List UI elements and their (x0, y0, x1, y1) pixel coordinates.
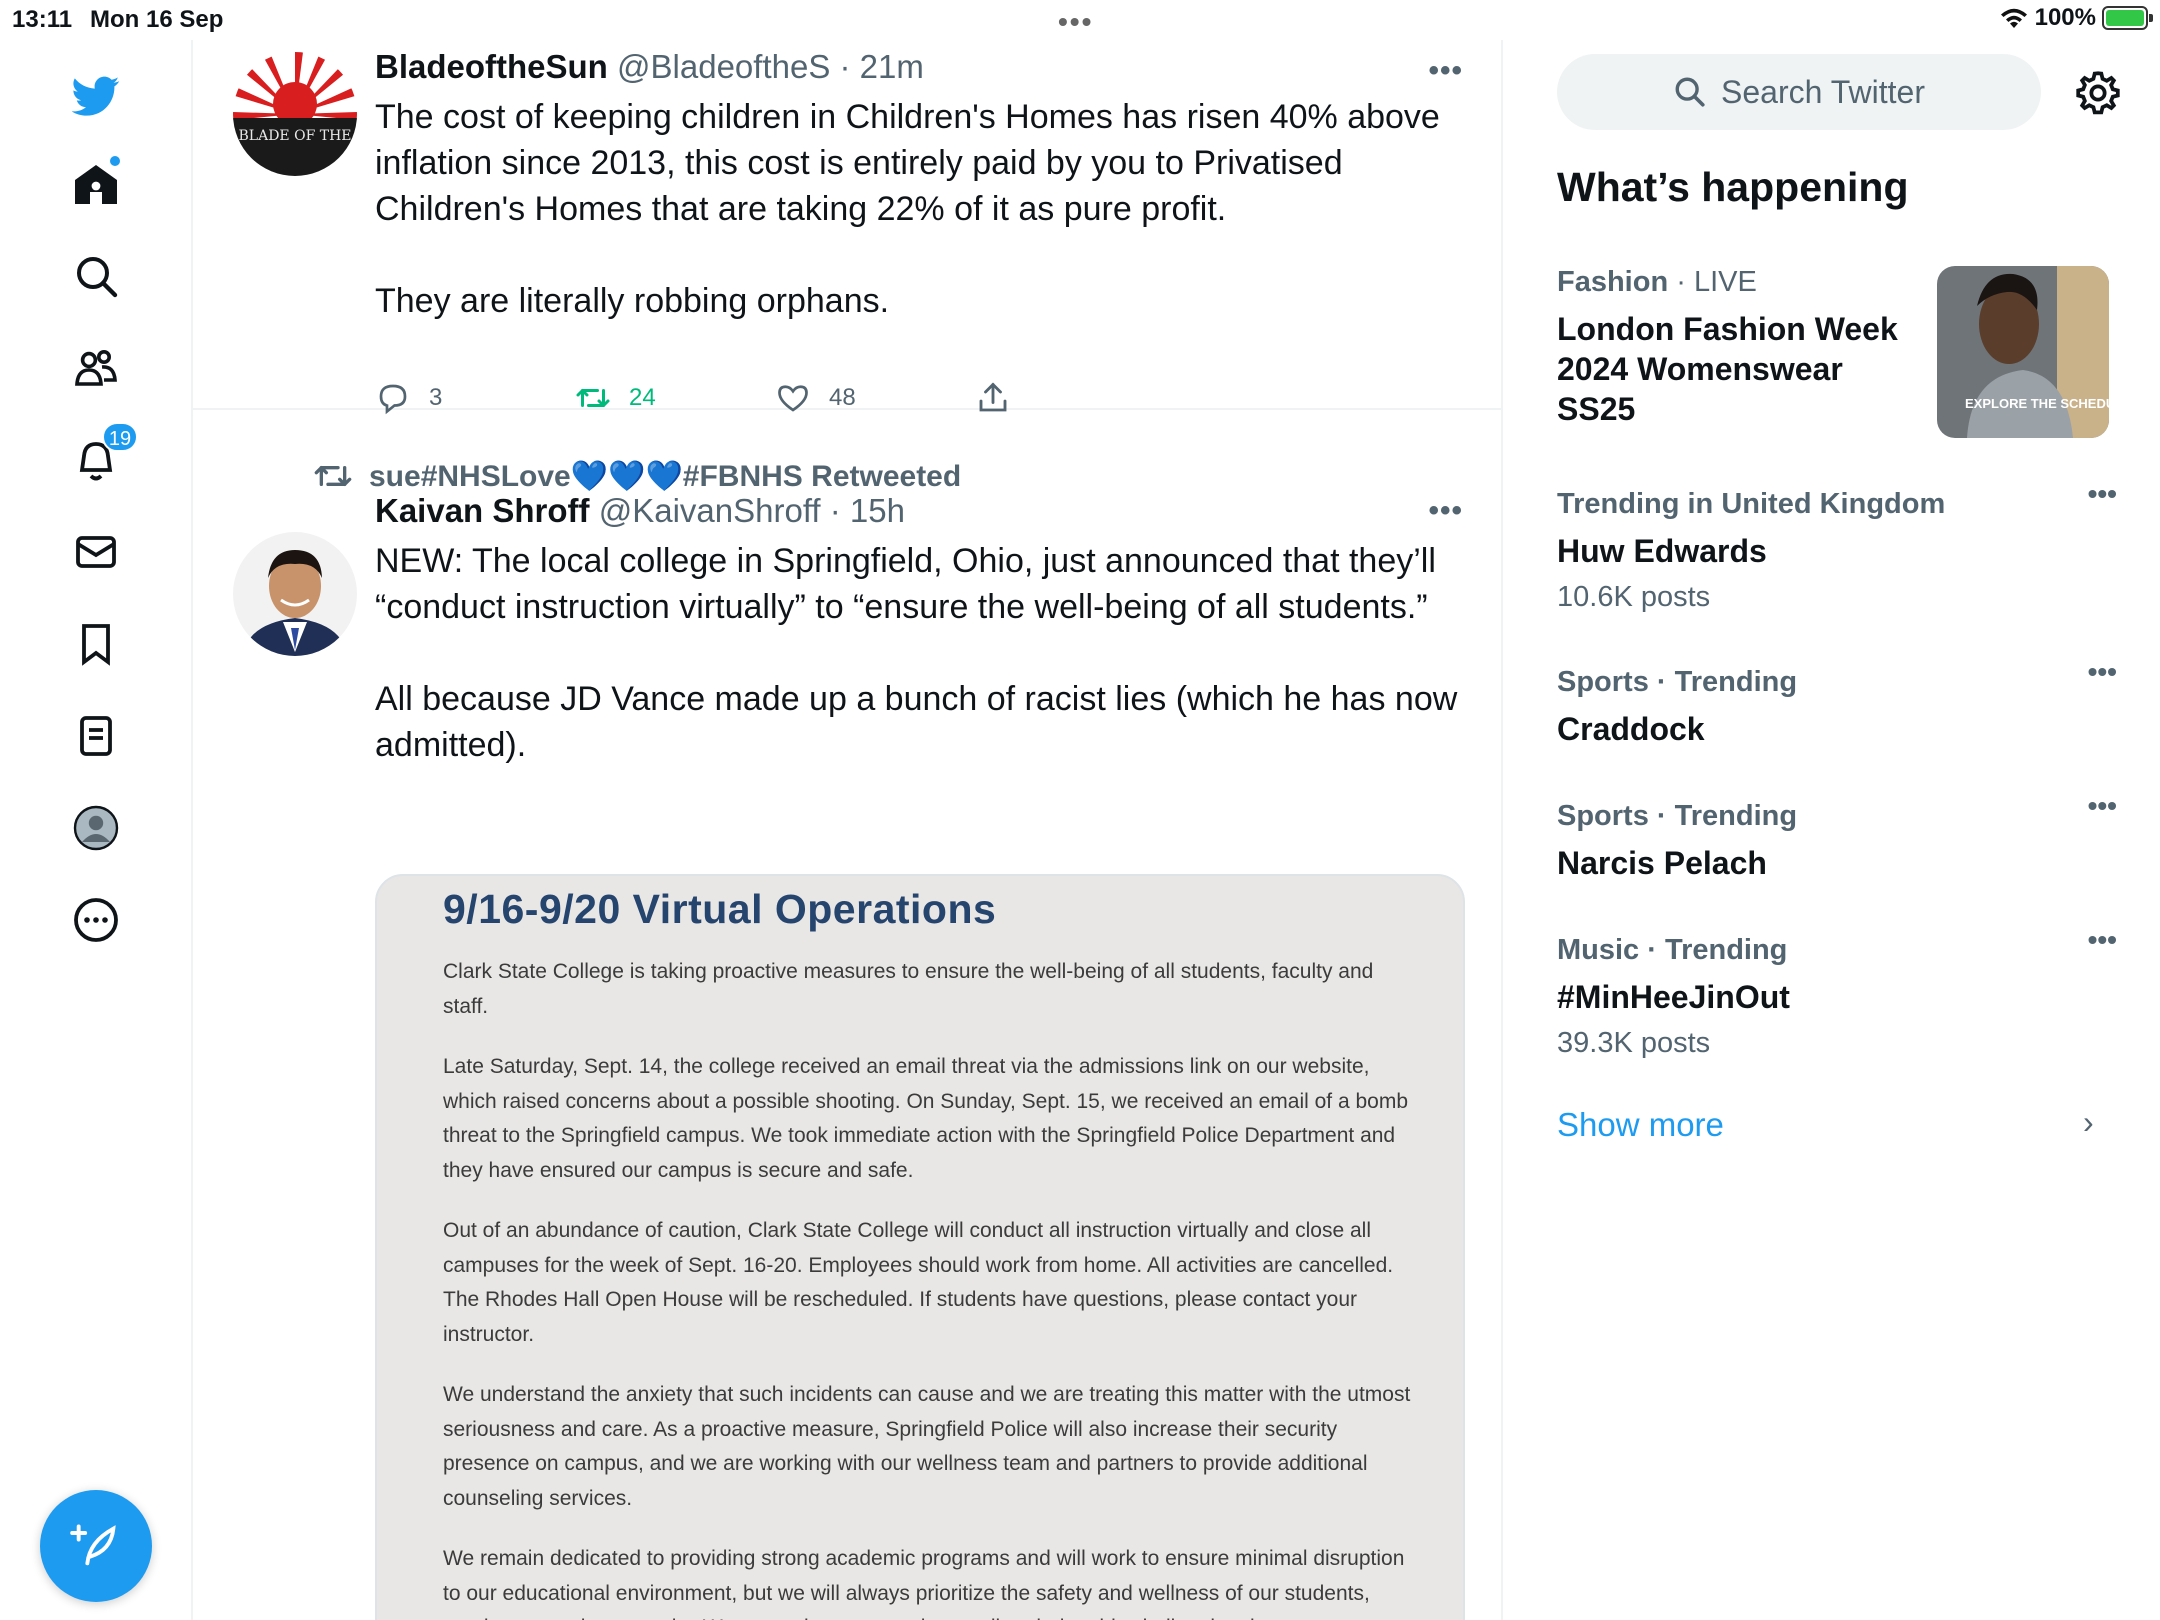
twitter-logo-icon[interactable] (60, 60, 132, 132)
tweet-header: Kaivan Shroff @KaivanShroff · 15h (375, 492, 905, 530)
chevron-right-icon: › (2083, 1104, 2094, 1140)
trend-title: Narcis Pelach (1557, 845, 1767, 881)
avatar-text: BLADE OF THE (239, 128, 352, 144)
document-title: 9/16-9/20 Virtual Operations (443, 886, 997, 932)
left-navigation: 19 (0, 40, 193, 1620)
notifications-bell-icon[interactable]: 19 (60, 422, 138, 496)
messages-envelope-icon[interactable] (60, 516, 132, 588)
home-unread-dot (108, 154, 122, 168)
compose-quill-icon (70, 1524, 116, 1566)
battery-percent: 100% (2034, 4, 2096, 31)
share-button[interactable] (975, 380, 1175, 416)
home-icon[interactable] (60, 148, 132, 220)
more-options-icon[interactable] (60, 884, 132, 956)
trend-category: Music · Trending (1557, 934, 1788, 966)
retweet-icon (576, 389, 610, 407)
tweet-time[interactable]: · 15h (830, 492, 905, 529)
trend-item[interactable]: Sports · Trending Craddock ••• (1557, 656, 2117, 749)
communities-icon[interactable] (60, 332, 132, 404)
show-more-link[interactable]: Show more (1557, 1106, 1724, 1144)
trend-title: Craddock (1557, 711, 1705, 747)
reply-button[interactable]: 3 (375, 380, 575, 416)
bookmarks-icon[interactable] (60, 608, 132, 680)
trend-item[interactable]: Trending in United Kingdom Huw Edwards 1… (1557, 478, 2117, 614)
right-sidebar: Search Twitter What’s happening Fashion … (1503, 40, 2160, 1620)
tweet-more-icon[interactable]: ••• (1428, 494, 1463, 528)
trend-item[interactable]: Music · Trending #MinHeeJinOut 39.3K pos… (1557, 924, 2117, 1060)
trend-category: Sports · Trending (1557, 666, 1798, 698)
tweet-media-image[interactable]: 9/16-9/20 Virtual Operations Clark State… (375, 874, 1465, 1620)
tweet[interactable]: BLADE OF THE BladeoftheSun @BladeoftheS … (193, 40, 1501, 415)
author-name[interactable]: Kaivan Shroff (375, 492, 590, 529)
document-paragraph: Clark State College is taking proactive … (443, 960, 1374, 1018)
author-name[interactable]: BladeoftheSun (375, 48, 608, 85)
tweet-avatar[interactable]: BLADE OF THE (233, 52, 357, 176)
trend-category: Sports · Trending (1557, 800, 1798, 832)
document-paragraph: We understand the anxiety that such inci… (443, 1383, 1411, 1510)
notifications-badge: 19 (102, 422, 138, 452)
thumbnail-caption: EXPLORE THE SCHEDUL (1965, 396, 2109, 411)
retweet-button[interactable]: 24 (575, 380, 775, 416)
profile-avatar-icon[interactable] (60, 792, 132, 864)
status-right: 100% (1999, 4, 2153, 32)
tweet-header: BladeoftheSun @BladeoftheS · 21m (375, 48, 924, 86)
status-time: 13:11 (12, 6, 73, 33)
compose-tweet-button[interactable] (40, 1490, 152, 1602)
explore-search-icon[interactable] (60, 240, 132, 312)
settings-gear-icon[interactable] (2073, 68, 2123, 118)
retweet-icon (314, 466, 352, 486)
retweet-count: 24 (629, 384, 656, 411)
trend-more-icon[interactable]: ••• (2088, 478, 2117, 510)
search-placeholder: Search Twitter (1721, 73, 1925, 110)
like-count: 48 (829, 384, 856, 411)
reply-count: 3 (429, 384, 443, 411)
like-button[interactable]: 48 (775, 380, 975, 416)
document-paragraph: Late Saturday, Sept. 14, the college rec… (443, 1055, 1409, 1182)
tweet-more-icon[interactable]: ••• (1428, 54, 1463, 88)
trend-category: Trending in United Kingdom (1557, 488, 1946, 520)
trend-post-count: 10.6K posts (1557, 581, 1711, 613)
timeline: BLADE OF THE BladeoftheSun @BladeoftheS … (193, 40, 1503, 1620)
document-paragraph: Out of an abundance of caution, Clark St… (443, 1219, 1394, 1346)
trend-title: London Fashion Week 2024 Womenswear SS25 (1557, 311, 1898, 427)
lists-icon[interactable] (60, 700, 132, 772)
trend-title: #MinHeeJinOut (1557, 979, 1790, 1015)
whats-happening-heading: What’s happening (1557, 164, 1909, 210)
multitasking-dots-icon[interactable]: ••• (1058, 6, 1093, 38)
trend-item[interactable]: Fashion · LIVE London Fashion Week 2024 … (1557, 266, 2117, 438)
share-icon (979, 382, 1007, 412)
trend-title: Huw Edwards (1557, 533, 1767, 569)
retweeted-by-line[interactable]: sue#NHSLove💙💙💙#FBNHS Retweeted (313, 456, 961, 496)
trend-more-icon[interactable]: ••• (2088, 656, 2117, 688)
author-handle[interactable]: @BladeoftheS (617, 48, 830, 85)
trend-category: Fashion · LIVE (1557, 266, 1757, 298)
status-bar: 13:11 Mon 16 Sep ••• 100% (0, 0, 2160, 40)
tweet-time[interactable]: · 21m (840, 48, 924, 85)
trend-post-count: 39.3K posts (1557, 1027, 1711, 1059)
tweet-text: NEW: The local college in Springfield, O… (375, 542, 1458, 764)
trend-more-icon[interactable]: ••• (2088, 790, 2117, 822)
reply-icon (379, 384, 407, 415)
document-paragraph: We remain dedicated to providing strong … (443, 1547, 1405, 1620)
trend-thumbnail-image[interactable]: EXPLORE THE SCHEDUL (1937, 266, 2109, 438)
tweet-avatar[interactable] (233, 532, 357, 656)
tweet[interactable]: sue#NHSLove💙💙💙#FBNHS Retweeted Kaivan Sh… (193, 412, 1501, 1620)
heart-icon (778, 385, 808, 412)
tweet-actions: 3 24 48 (375, 380, 1175, 416)
status-date: Mon 16 Sep (90, 6, 224, 33)
author-handle[interactable]: @KaivanShroff (599, 492, 821, 529)
retweeted-by-text: sue#NHSLove💙💙💙#FBNHS Retweeted (369, 459, 962, 493)
battery-icon (2102, 6, 2153, 30)
trend-item[interactable]: Sports · Trending Narcis Pelach ••• (1557, 790, 2117, 883)
wifi-icon (2000, 8, 2027, 28)
tweet-text: The cost of keeping children in Children… (375, 98, 1440, 320)
search-icon (1675, 77, 1705, 107)
trend-more-icon[interactable]: ••• (2088, 924, 2117, 956)
search-twitter-input[interactable]: Search Twitter (1557, 54, 2041, 130)
